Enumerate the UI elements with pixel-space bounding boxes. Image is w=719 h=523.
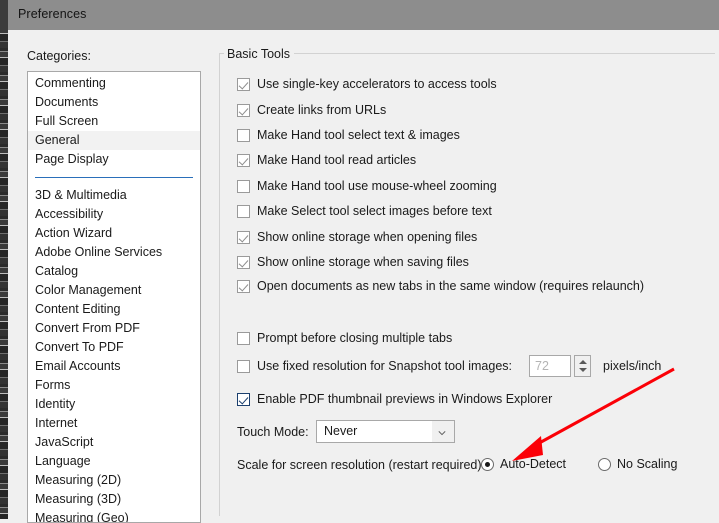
background-window-sliver-top [0,0,8,30]
title-bar: Preferences [8,0,719,30]
checkbox-label-prompt-before-closing-multiple-tabs: Prompt before closing multiple tabs [257,331,453,345]
checkbox-label-create-links-from-urls: Create links from URLs [257,103,387,117]
checkbox-row-open-documents-as-new-tabs-in-the-same-window-re[interactable]: Open documents as new tabs in the same w… [237,279,644,293]
checkbox-row-prompt-before-closing-multiple-tabs[interactable]: Prompt before closing multiple tabs [237,331,452,345]
chevron-down-icon [438,431,446,436]
radio-no-scaling-label: No Scaling [617,457,678,471]
checkbox-label-show-online-storage-when-opening-files: Show online storage when opening files [257,230,478,244]
radio-auto-detect[interactable]: Auto-Detect [481,457,566,471]
sidebar-item-identity[interactable]: Identity [28,395,200,414]
touch-mode-label: Touch Mode: [237,425,309,439]
checkbox-use-single-key-accelerators-to-access-tools[interactable] [237,77,250,91]
sidebar-item-3d-multimedia[interactable]: 3D & Multimedia [28,186,200,205]
checkbox-row-show-online-storage-when-saving-files[interactable]: Show online storage when saving files [237,255,469,269]
checkbox-label-make-hand-tool-select-text-images: Make Hand tool select text & images [257,128,460,142]
sidebar-item-measuring-geo[interactable]: Measuring (Geo) [28,509,200,522]
sidebar-item-general[interactable]: General [28,131,200,150]
stepper-down-icon[interactable] [579,368,587,372]
checkbox-row-use-single-key-accelerators-to-access-tools[interactable]: Use single-key accelerators to access to… [237,77,497,91]
touch-mode-arrow-container[interactable] [432,421,454,442]
sidebar-item-adobe-online-services[interactable]: Adobe Online Services [28,243,200,262]
sidebar-item-language[interactable]: Language [28,452,200,471]
touch-mode-value: Never [324,424,358,438]
categories-label: Categories: [27,49,91,63]
checkbox-row-make-hand-tool-select-text-images[interactable]: Make Hand tool select text & images [237,128,460,142]
touch-mode-dropdown[interactable]: Never [316,420,455,443]
background-window-sliver [0,0,8,519]
checkbox-create-links-from-urls[interactable] [237,103,250,117]
checkbox-row-create-links-from-urls[interactable]: Create links from URLs [237,103,386,117]
sidebar-item-action-wizard[interactable]: Action Wizard [28,224,200,243]
category-list[interactable]: Commenting Documents Full Screen General Pag… [27,71,201,523]
sidebar-item-internet[interactable]: Internet [28,414,200,433]
sidebar-item-measuring-2d[interactable]: Measuring (2D) [28,471,200,490]
sidebar-item-color-management[interactable]: Color Management [28,281,200,300]
radio-no-scaling[interactable]: No Scaling [598,457,677,471]
checkbox-open-documents-as-new-tabs-in-the-same-window-re[interactable] [237,279,250,293]
checkbox-make-hand-tool-read-articles[interactable] [237,153,250,167]
checkbox-show-online-storage-when-saving-files[interactable] [237,255,250,269]
sidebar-item-catalog[interactable]: Catalog [28,262,200,281]
checkbox-label-make-select-tool-select-images-before-text: Make Select tool select images before te… [257,204,492,218]
checkbox-label-show-online-storage-when-saving-files: Show online storage when saving files [257,255,469,269]
stepper-up-icon[interactable] [579,360,587,364]
checkbox-row-show-online-storage-when-opening-files[interactable]: Show online storage when opening files [237,230,477,244]
radio-auto-detect-dot[interactable] [481,457,494,471]
snapshot-resolution-stepper[interactable] [574,355,591,377]
use-fixed-resolution-row[interactable]: Use fixed resolution for Snapshot tool i… [237,359,512,373]
checkbox-label-make-hand-tool-read-articles: Make Hand tool read articles [257,153,417,167]
sidebar-item-convert-to-pdf[interactable]: Convert To PDF [28,338,200,357]
checkbox-label-make-hand-tool-use-mouse-wheel-zooming: Make Hand tool use mouse-wheel zooming [257,179,497,193]
enable-thumbnail-previews-checkbox[interactable] [237,392,250,406]
sidebar-item-page-display[interactable]: Page Display [28,150,200,169]
checkbox-prompt-before-closing-multiple-tabs[interactable] [237,331,250,345]
scale-for-screen-label: Scale for screen resolution (restart req… [237,458,486,472]
checkbox-row-make-hand-tool-use-mouse-wheel-zooming[interactable]: Make Hand tool use mouse-wheel zooming [237,179,497,193]
checkbox-make-select-tool-select-images-before-text[interactable] [237,204,250,218]
snapshot-resolution-value: 72 [535,359,549,373]
radio-auto-detect-label: Auto-Detect [500,457,567,471]
sidebar-item-email-accounts[interactable]: Email Accounts [28,357,200,376]
checkbox-make-hand-tool-use-mouse-wheel-zooming[interactable] [237,179,250,193]
sidebar-item-measuring-3d[interactable]: Measuring (3D) [28,490,200,509]
sidebar-item-forms[interactable]: Forms [28,376,200,395]
checkbox-row-make-select-tool-select-images-before-text[interactable]: Make Select tool select images before te… [237,204,492,218]
checkbox-row-make-hand-tool-read-articles[interactable]: Make Hand tool read articles [237,153,416,167]
category-separator [28,169,200,186]
checkbox-label-use-single-key-accelerators-to-access-tools: Use single-key accelerators to access to… [257,77,497,91]
checkbox-make-hand-tool-select-text-images[interactable] [237,128,250,142]
preferences-dialog: Preferences Categories: Commenting Docume… [8,0,719,523]
radio-no-scaling-dot[interactable] [598,457,611,471]
sidebar-item-commenting[interactable]: Commenting [28,74,200,93]
sidebar-item-accessibility[interactable]: Accessibility [28,205,200,224]
sidebar-item-documents[interactable]: Documents [28,93,200,112]
snapshot-resolution-units: pixels/inch [603,359,662,373]
sidebar-item-content-editing[interactable]: Content Editing [28,300,200,319]
use-fixed-resolution-checkbox[interactable] [237,359,250,373]
enable-thumbnail-previews-row[interactable]: Enable PDF thumbnail previews in Windows… [237,392,552,406]
enable-thumbnail-previews-label: Enable PDF thumbnail previews in Windows… [257,392,553,406]
basic-tools-legend: Basic Tools [224,47,294,61]
window-title: Preferences [18,7,87,21]
sidebar-item-convert-from-pdf[interactable]: Convert From PDF [28,319,200,338]
sidebar-item-full-screen[interactable]: Full Screen [28,112,200,131]
checkbox-label-open-documents-as-new-tabs-in-the-same-window-re: Open documents as new tabs in the same w… [257,279,645,293]
use-fixed-resolution-label: Use fixed resolution for Snapshot tool i… [257,359,512,373]
checkbox-show-online-storage-when-opening-files[interactable] [237,230,250,244]
sidebar-item-javascript[interactable]: JavaScript [28,433,200,452]
snapshot-resolution-input[interactable]: 72 [529,355,571,377]
